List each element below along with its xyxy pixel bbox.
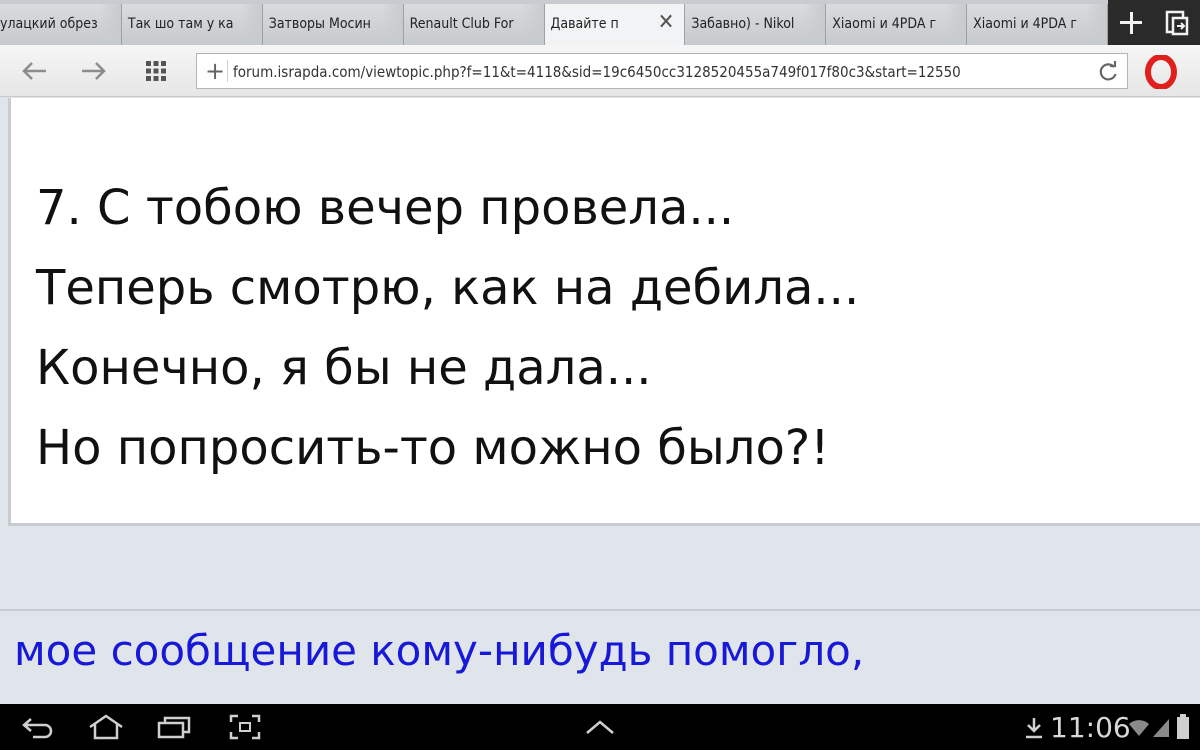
- arrow-left-icon: [22, 62, 46, 80]
- poem-line: Теперь смотрю, как на дебила...: [36, 260, 860, 316]
- tab-label: Renault Club For: [409, 16, 514, 32]
- url-text[interactable]: forum.israpda.com/viewtopic.php?f=11&t=4…: [233, 63, 961, 81]
- tab-list: улацкий обрез Так шо там у ка Затворы Мо…: [0, 4, 1109, 45]
- url-field[interactable]: + forum.israpda.com/viewtopic.php?f=11&t…: [196, 53, 1128, 89]
- tab-label: улацкий обрез: [0, 16, 98, 32]
- tab-label: Забавно) - Nikol: [691, 16, 795, 32]
- post-signature: мое сообщение кому-нибудь помогло,: [14, 626, 865, 675]
- tab-label: Давайте п: [550, 16, 619, 32]
- tab-label: Xiaomi и 4PDA г: [832, 16, 937, 32]
- recent-apps-icon: [157, 716, 191, 739]
- poem-line: Конечно, я бы не дала...: [36, 340, 652, 396]
- home-nav-button[interactable]: [86, 712, 126, 742]
- tab-switcher-button[interactable]: [1154, 0, 1200, 45]
- back-button[interactable]: [14, 55, 54, 87]
- signature-divider: [0, 609, 1200, 611]
- tab-item[interactable]: Xiaomi и 4PDA г: [967, 4, 1109, 45]
- tab-item[interactable]: Xiaomi и 4PDA г: [826, 4, 968, 45]
- tab-item[interactable]: Затворы Мосин: [262, 4, 404, 45]
- speed-dial-button[interactable]: [136, 55, 176, 87]
- poem-text: 7. С тобою вечер провела... Теперь смотр…: [36, 168, 859, 488]
- screenshot-icon: [229, 714, 261, 740]
- tab-switcher-icon: [1165, 10, 1189, 35]
- add-bookmark-icon[interactable]: +: [205, 59, 225, 83]
- wifi-icon: [1129, 720, 1149, 736]
- address-toolbar: + forum.israpda.com/viewtopic.php?f=11&t…: [0, 45, 1200, 97]
- close-tab-icon[interactable]: ✕: [658, 12, 675, 34]
- forward-button[interactable]: [74, 55, 114, 87]
- battery-icon: [1177, 714, 1189, 739]
- tab-item[interactable]: Так шо там у ка: [121, 4, 263, 45]
- post-image: 7. С тобою вечер провела... Теперь смотр…: [8, 98, 1200, 526]
- tab-strip: улацкий обрез Так шо там у ка Затворы Мо…: [0, 0, 1200, 45]
- menu-up-icon: [586, 720, 614, 734]
- poem-line: 7. С тобою вечер провела...: [36, 180, 735, 236]
- plus-icon: [1120, 11, 1142, 34]
- tab-label: Затворы Мосин: [268, 16, 371, 32]
- page-content: 7. С тобою вечер провела... Теперь смотр…: [0, 98, 1200, 704]
- reload-icon[interactable]: [1097, 61, 1119, 83]
- back-icon: [22, 718, 53, 739]
- tab-label: Xiaomi и 4PDA г: [973, 16, 1077, 32]
- system-navigation-bar: 11:06: [0, 704, 1200, 750]
- tab-item-active[interactable]: Давайте п ✕: [544, 4, 686, 45]
- home-icon: [89, 714, 123, 740]
- new-tab-button[interactable]: [1108, 0, 1154, 45]
- opera-menu-icon[interactable]: [1144, 55, 1178, 89]
- grid-icon: [146, 61, 166, 81]
- tab-item[interactable]: Renault Club For: [403, 4, 545, 45]
- tab-item[interactable]: улацкий обрез: [0, 4, 122, 45]
- quick-menu-button[interactable]: [582, 712, 618, 742]
- recent-apps-button[interactable]: [156, 712, 192, 742]
- screenshot-button[interactable]: [228, 712, 262, 742]
- signal-icon: [1153, 719, 1169, 737]
- back-nav-button[interactable]: [20, 712, 56, 742]
- download-icon: [1026, 718, 1042, 739]
- tab-item[interactable]: Забавно) - Nikol: [685, 4, 827, 45]
- arrow-right-icon: [82, 62, 106, 80]
- tab-label: Так шо там у ка: [127, 16, 234, 32]
- poem-line: Но попросить-то можно было?!: [36, 420, 830, 476]
- clock: 11:06: [1050, 711, 1131, 744]
